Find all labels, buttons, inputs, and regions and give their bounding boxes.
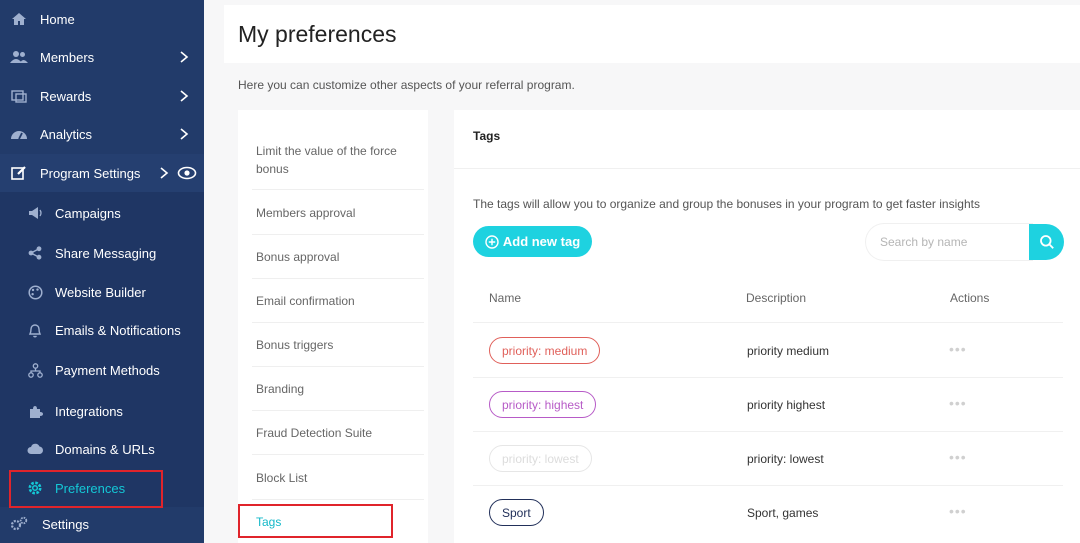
sidebar-item-label: Members bbox=[40, 49, 95, 65]
sidebar-item-home[interactable]: Home bbox=[0, 0, 204, 38]
sidebar-item-label: Campaigns bbox=[55, 205, 121, 221]
tags-description: The tags will allow you to organize and … bbox=[473, 197, 980, 211]
pref-item-bonus-approval[interactable]: Bonus approval bbox=[256, 248, 424, 266]
pref-item-branding[interactable]: Branding bbox=[256, 380, 424, 398]
share-icon bbox=[26, 244, 44, 262]
column-header-description: Description bbox=[746, 291, 807, 305]
eye-icon[interactable] bbox=[177, 166, 197, 180]
divider bbox=[252, 410, 424, 411]
column-header-actions: Actions bbox=[950, 291, 990, 305]
add-new-tag-button[interactable]: Add new tag bbox=[473, 226, 592, 257]
search-button[interactable] bbox=[1029, 224, 1064, 260]
sidebar-item-label: Emails & Notifications bbox=[55, 322, 181, 338]
sidebar-item-domains-urls[interactable]: Domains & URLs bbox=[0, 430, 204, 468]
pref-item-limit-force-bonus[interactable]: Limit the value of the force bonus bbox=[256, 142, 424, 178]
palette-icon bbox=[26, 283, 44, 301]
sidebar-item-label: Share Messaging bbox=[55, 245, 157, 261]
pref-item-fraud-detection[interactable]: Fraud Detection Suite bbox=[256, 424, 424, 442]
sidebar-item-label: Domains & URLs bbox=[55, 441, 155, 457]
tag-description: priority highest bbox=[747, 398, 826, 412]
divider bbox=[252, 278, 424, 279]
tag-pill[interactable]: priority: highest bbox=[489, 391, 597, 418]
tags-highlight-box bbox=[238, 504, 393, 538]
sidebar-item-rewards[interactable]: Rewards bbox=[0, 77, 204, 115]
page-subtitle: Here you can customize other aspects of … bbox=[238, 78, 575, 92]
add-new-tag-label: Add new tag bbox=[502, 234, 581, 249]
tag-search bbox=[866, 224, 1064, 260]
pref-item-email-confirmation[interactable]: Email confirmation bbox=[256, 292, 424, 310]
plus-circle-icon bbox=[485, 234, 499, 249]
sidebar-item-integrations[interactable]: Integrations bbox=[0, 392, 204, 430]
payment-icon bbox=[26, 361, 44, 379]
sidebar-item-label: Payment Methods bbox=[55, 362, 160, 378]
tag-description: Sport, games bbox=[747, 506, 819, 520]
table-row: priority: medium priority medium ••• bbox=[473, 323, 1063, 377]
tag-pill[interactable]: priority: medium bbox=[489, 337, 601, 364]
sidebar-item-members[interactable]: Members bbox=[0, 38, 204, 76]
divider bbox=[252, 454, 424, 455]
gears-icon bbox=[10, 515, 28, 533]
tag-pill[interactable]: Sport bbox=[489, 499, 544, 526]
table-row: priority: lowest priority: lowest ••• bbox=[473, 431, 1063, 485]
sidebar-item-share-messaging[interactable]: Share Messaging bbox=[0, 234, 204, 272]
preferences-highlight-box bbox=[9, 470, 163, 508]
search-input[interactable] bbox=[866, 224, 1032, 260]
pref-item-block-list[interactable]: Block List bbox=[256, 469, 424, 487]
tags-panel: Tags The tags will allow you to organize… bbox=[454, 110, 1080, 543]
divider bbox=[252, 322, 424, 323]
cloud-icon bbox=[26, 440, 44, 458]
table-row: Sport Sport, games ••• bbox=[473, 485, 1063, 539]
divider bbox=[252, 234, 424, 235]
divider bbox=[252, 189, 424, 190]
row-actions-menu[interactable]: ••• bbox=[949, 341, 967, 357]
pref-item-bonus-triggers[interactable]: Bonus triggers bbox=[256, 336, 424, 354]
chevron-right-icon bbox=[180, 51, 189, 63]
sidebar-item-label: Rewards bbox=[40, 88, 92, 104]
users-icon bbox=[10, 48, 28, 66]
chevron-right-icon bbox=[160, 167, 169, 179]
puzzle-icon bbox=[26, 402, 44, 420]
tag-description: priority medium bbox=[747, 344, 830, 358]
sidebar: Home Members Rewards Analytics Program S… bbox=[0, 0, 204, 543]
row-actions-menu[interactable]: ••• bbox=[949, 503, 967, 519]
megaphone-icon bbox=[26, 204, 44, 222]
sidebar-item-label: Analytics bbox=[40, 126, 93, 142]
chevron-right-icon bbox=[180, 90, 189, 102]
tags-title: Tags bbox=[473, 129, 501, 143]
pref-item-members-approval[interactable]: Members approval bbox=[256, 204, 424, 222]
table-row: priority: highest priority highest ••• bbox=[473, 377, 1063, 431]
column-header-name: Name bbox=[489, 291, 522, 305]
search-icon bbox=[1039, 235, 1054, 249]
sidebar-item-label: Integrations bbox=[55, 403, 123, 419]
page-title: My preferences bbox=[238, 21, 397, 47]
sidebar-item-settings[interactable]: Settings bbox=[0, 505, 204, 543]
sidebar-item-label: Website Builder bbox=[55, 284, 146, 300]
analytics-icon bbox=[10, 125, 28, 143]
divider bbox=[252, 499, 424, 500]
tag-description: priority: lowest bbox=[747, 452, 824, 466]
sidebar-item-payment-methods[interactable]: Payment Methods bbox=[0, 351, 204, 389]
header-card: My preferences bbox=[224, 5, 1080, 63]
sidebar-item-program-settings[interactable]: Program Settings bbox=[0, 154, 204, 192]
chevron-right-icon bbox=[180, 128, 189, 140]
divider bbox=[252, 366, 424, 367]
preferences-menu: Limit the value of the force bonus Membe… bbox=[238, 110, 428, 543]
edit-icon bbox=[10, 164, 28, 182]
sidebar-item-label: Program Settings bbox=[40, 165, 141, 181]
sidebar-item-label: Home bbox=[40, 11, 75, 27]
sidebar-item-campaigns[interactable]: Campaigns bbox=[0, 194, 204, 232]
sidebar-item-emails-notifications[interactable]: Emails & Notifications bbox=[0, 311, 204, 349]
bell-icon bbox=[26, 321, 44, 339]
home-icon bbox=[10, 10, 28, 28]
rewards-icon bbox=[10, 87, 28, 105]
row-actions-menu[interactable]: ••• bbox=[949, 449, 967, 465]
tag-pill[interactable]: priority: lowest bbox=[489, 445, 592, 472]
row-actions-menu[interactable]: ••• bbox=[949, 395, 967, 411]
divider bbox=[454, 168, 1080, 169]
sidebar-item-analytics[interactable]: Analytics bbox=[0, 115, 204, 153]
sidebar-item-label: Settings bbox=[42, 516, 89, 532]
sidebar-item-website-builder[interactable]: Website Builder bbox=[0, 273, 204, 311]
main-content: My preferences Here you can customize ot… bbox=[204, 0, 1080, 543]
